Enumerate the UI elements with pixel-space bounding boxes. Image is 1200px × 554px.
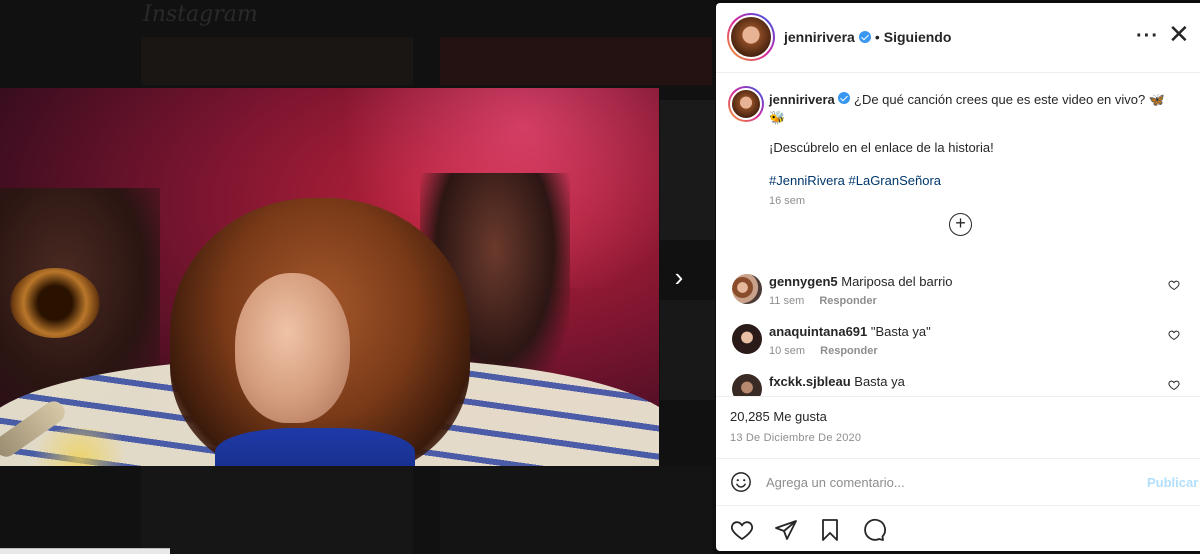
feed-thumbnail bbox=[440, 37, 712, 85]
hashtags: #JenniRivera #LaGranSeñora bbox=[769, 173, 941, 188]
share-icon[interactable] bbox=[774, 518, 798, 542]
feed-thumbnail bbox=[440, 466, 712, 554]
status-url-bar bbox=[0, 548, 170, 554]
comment-item: anaquintana691 "Basta ya" 10 sem Respond… bbox=[716, 324, 1200, 370]
heart-icon[interactable] bbox=[1168, 279, 1180, 291]
comment-input[interactable] bbox=[766, 472, 1126, 492]
heart-icon[interactable] bbox=[730, 518, 754, 542]
caption: jennirivera ¿De qué canción crees que es… bbox=[769, 91, 1179, 127]
publish-button[interactable]: Publicar bbox=[1147, 475, 1198, 490]
instagram-logo: Instagram bbox=[143, 2, 258, 27]
more-horizontal-icon[interactable]: ··· bbox=[1136, 25, 1159, 48]
avatar[interactable] bbox=[727, 13, 775, 61]
comment-text: Mariposa del barrio bbox=[841, 274, 953, 289]
reply-button[interactable]: Responder bbox=[820, 345, 877, 357]
comments-scroll[interactable]: jennirivera ¿De qué canción crees que es… bbox=[716, 74, 1200, 396]
comment-username[interactable]: gennygen5 bbox=[769, 274, 838, 289]
action-bar bbox=[716, 505, 1200, 551]
comment-time[interactable]: 11 sem bbox=[769, 295, 804, 307]
avatar[interactable] bbox=[732, 324, 762, 354]
post-panel: jennirivera • Siguiendo ··· ✕ jenniriver… bbox=[716, 3, 1200, 551]
comment-username[interactable]: fxckk.sjbleau bbox=[769, 374, 851, 389]
avatar[interactable] bbox=[732, 274, 762, 304]
avatar[interactable] bbox=[732, 374, 762, 396]
trumpet bbox=[10, 268, 100, 338]
feed-thumbnail bbox=[141, 466, 413, 554]
following-button[interactable]: Siguiendo bbox=[884, 29, 952, 45]
chevron-right-icon[interactable]: › bbox=[667, 262, 691, 292]
comment-item: gennygen5 Mariposa del barrio 11 sem Res… bbox=[716, 274, 1200, 320]
caption-line2: ¡Descúbrelo en el enlace de la historia! bbox=[769, 140, 994, 155]
singer-dress bbox=[215, 428, 415, 466]
comment-item: fxckk.sjbleau Basta ya bbox=[716, 374, 1200, 396]
avatar[interactable] bbox=[728, 86, 764, 122]
comment-form: Publicar bbox=[716, 458, 1200, 505]
close-icon[interactable]: ✕ bbox=[1168, 21, 1190, 47]
separator: • bbox=[874, 29, 880, 45]
bookmark-icon[interactable] bbox=[818, 518, 842, 542]
post-video[interactable] bbox=[0, 88, 659, 466]
verified-icon bbox=[858, 31, 871, 43]
feed-thumbnail bbox=[660, 100, 715, 240]
feed-thumbnail bbox=[141, 37, 413, 85]
heart-icon[interactable] bbox=[1168, 329, 1180, 341]
comment-text: Basta ya bbox=[854, 374, 905, 389]
emoji-icon[interactable] bbox=[730, 471, 752, 493]
caption-username[interactable]: jennirivera bbox=[769, 92, 835, 107]
hashtag-link[interactable]: #JenniRivera bbox=[769, 173, 845, 188]
post-date: 13 De Diciembre De 2020 bbox=[730, 432, 862, 444]
post-header: jennirivera • Siguiendo ··· ✕ bbox=[716, 3, 1200, 73]
caption-time[interactable]: 16 sem bbox=[769, 195, 805, 207]
comment-text: "Basta ya" bbox=[870, 324, 931, 339]
heart-icon[interactable] bbox=[1168, 379, 1180, 391]
comment-icon[interactable] bbox=[862, 518, 886, 542]
singer-face bbox=[235, 273, 350, 423]
post-stats: 20,285 Me gusta 13 De Diciembre De 2020 bbox=[716, 396, 1200, 458]
likes-count[interactable]: 20,285 Me gusta bbox=[730, 409, 827, 424]
feed-thumbnail bbox=[660, 300, 715, 400]
comment-time[interactable]: 10 sem bbox=[769, 345, 805, 357]
hashtag-link[interactable]: #LaGranSeñora bbox=[849, 173, 942, 188]
comment-username[interactable]: anaquintana691 bbox=[769, 324, 867, 339]
header-username[interactable]: jennirivera bbox=[784, 29, 855, 45]
reply-button[interactable]: Responder bbox=[819, 295, 876, 307]
plus-circle-icon[interactable]: + bbox=[949, 213, 972, 236]
verified-icon bbox=[838, 92, 851, 104]
